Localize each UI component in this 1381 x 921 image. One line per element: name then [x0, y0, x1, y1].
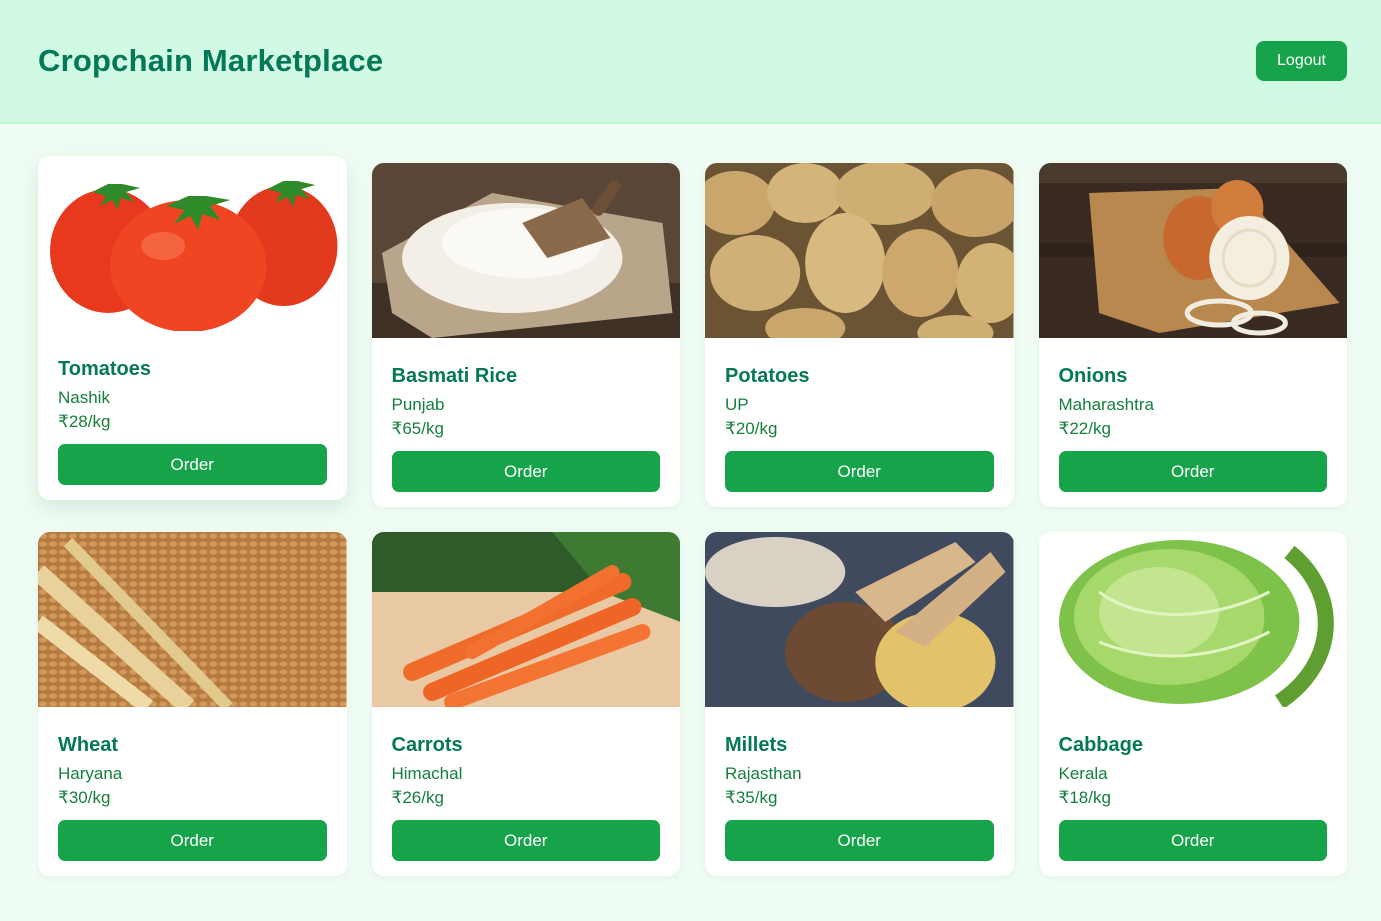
product-price: ₹18/kg [1058, 788, 1111, 807]
product-region: Himachal [391, 764, 463, 783]
product-name: Wheat [58, 734, 118, 756]
carrots-image [371, 532, 680, 707]
logout-button[interactable]: Logout [1256, 41, 1347, 81]
product-region: Haryana [58, 764, 123, 783]
product-name: Tomatoes [58, 358, 151, 380]
product-name: Potatoes [725, 365, 810, 387]
top-bar: Cropchain Marketplace Logout [0, 0, 1381, 124]
product-price: ₹22/kg [1058, 419, 1111, 438]
millets-image [705, 532, 1014, 707]
cabbage-image [1038, 532, 1347, 707]
product-card-onions: Onions Maharashtra ₹22/kg Order [1038, 163, 1347, 507]
product-card-potatoes: Potatoes UP ₹20/kg Order [705, 163, 1014, 507]
product-price: ₹20/kg [725, 419, 778, 438]
product-price: ₹30/kg [58, 788, 111, 807]
product-card-wheat: Wheat Haryana ₹30/kg Order [38, 532, 347, 876]
basmati-rice-image [371, 163, 680, 338]
product-card-cabbage: Cabbage Kerala ₹18/kg Order [1038, 532, 1347, 876]
product-region: Kerala [1058, 764, 1108, 783]
product-name: Cabbage [1058, 734, 1143, 756]
product-price: ₹26/kg [391, 788, 444, 807]
order-button-basmati-rice[interactable]: Order [391, 451, 660, 492]
order-button-onions[interactable]: Order [1058, 451, 1327, 492]
potatoes-image [705, 163, 1014, 338]
product-card-millets: Millets Rajasthan ₹35/kg Order [705, 532, 1014, 876]
product-name: Onions [1058, 365, 1128, 387]
product-name: Millets [725, 734, 788, 756]
product-card-basmati-rice: Basmati Rice Punjab ₹65/kg Order [371, 163, 680, 507]
product-card-carrots: Carrots Himachal ₹26/kg Order [371, 532, 680, 876]
product-region: Punjab [391, 395, 445, 414]
product-region: UP [725, 395, 749, 414]
order-button-cabbage[interactable]: Order [1058, 820, 1327, 861]
order-button-millets[interactable]: Order [725, 820, 994, 861]
product-region: Maharashtra [1058, 395, 1154, 414]
product-grid: Tomatoes Nashik ₹28/kg Order Basmati Ric… [38, 156, 1347, 876]
product-name: Basmati Rice [391, 365, 518, 387]
order-button-potatoes[interactable]: Order [725, 451, 994, 492]
order-button-tomatoes[interactable]: Order [58, 444, 327, 485]
onions-image [1038, 163, 1347, 338]
order-button-carrots[interactable]: Order [391, 820, 660, 861]
tomatoes-image [38, 156, 347, 331]
product-region: Nashik [58, 388, 110, 407]
page-title: Cropchain Marketplace [38, 43, 384, 78]
product-price: ₹28/kg [58, 412, 111, 431]
product-price: ₹35/kg [725, 788, 778, 807]
product-region: Rajasthan [725, 764, 802, 783]
product-name: Carrots [391, 734, 463, 756]
product-card-tomatoes: Tomatoes Nashik ₹28/kg Order [38, 156, 347, 500]
wheat-image [38, 532, 347, 707]
product-price: ₹65/kg [391, 419, 444, 438]
order-button-wheat[interactable]: Order [58, 820, 327, 861]
